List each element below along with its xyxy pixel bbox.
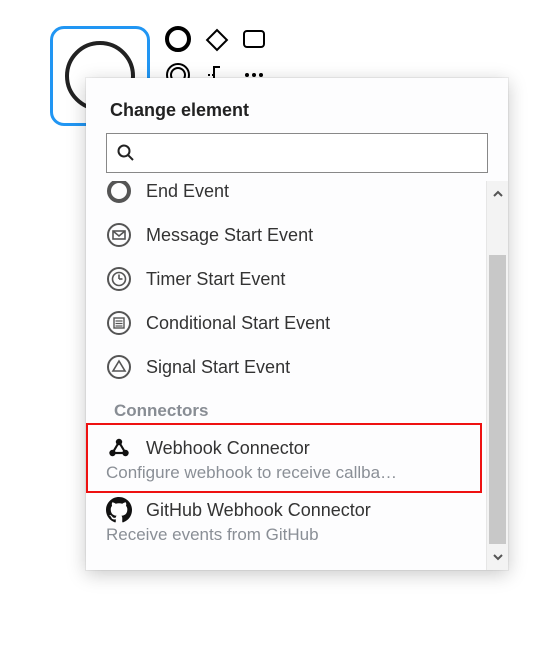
scrollbar[interactable] — [486, 181, 508, 570]
list-item-message-start-event[interactable]: Message Start Event — [92, 213, 484, 257]
connectors-section-title: Connectors — [92, 389, 484, 427]
list-item-label: Message Start Event — [146, 225, 313, 246]
list-item-signal-start-event[interactable]: Signal Start Event — [92, 345, 484, 389]
end-event-icon — [104, 181, 134, 206]
list-item-label: End Event — [146, 181, 229, 202]
message-start-event-icon — [104, 220, 134, 250]
connector-label: GitHub Webhook Connector — [146, 500, 371, 521]
pad-end-event[interactable] — [160, 22, 196, 56]
scrollbar-track[interactable] — [487, 207, 508, 544]
chevron-down-icon — [492, 551, 504, 563]
popup-list: End Event Message Start Event — [86, 181, 486, 570]
timer-start-event-icon — [104, 264, 134, 294]
list-item-label: Conditional Start Event — [146, 313, 330, 334]
diamond-icon — [202, 25, 230, 53]
webhook-icon — [104, 433, 134, 463]
list-item-end-event[interactable]: End Event — [92, 181, 484, 213]
conditional-start-event-icon — [104, 308, 134, 338]
list-item-github-webhook-connector[interactable]: GitHub Webhook Connector Receive events … — [92, 489, 484, 551]
list-item-timer-start-event[interactable]: Timer Start Event — [92, 257, 484, 301]
scrollbar-thumb[interactable] — [489, 255, 506, 544]
signal-start-event-icon — [104, 352, 134, 382]
rounded-rect-icon — [240, 25, 268, 53]
connector-label: Webhook Connector — [146, 438, 310, 459]
scrollbar-down-arrow[interactable] — [487, 544, 508, 570]
pad-gateway[interactable] — [198, 22, 234, 56]
popup-title: Change element — [86, 78, 508, 133]
connector-desc: Receive events from GitHub — [104, 525, 474, 545]
scrollbar-up-arrow[interactable] — [487, 181, 508, 207]
list-item-label: Signal Start Event — [146, 357, 290, 378]
search-input[interactable] — [143, 134, 479, 172]
popup-search[interactable] — [106, 133, 488, 173]
list-item-webhook-connector[interactable]: Webhook Connector Configure webhook to r… — [92, 427, 484, 489]
search-icon — [115, 142, 137, 164]
connector-desc: Configure webhook to receive callba… — [104, 463, 474, 483]
pad-task[interactable] — [236, 22, 272, 56]
list-item-conditional-start-event[interactable]: Conditional Start Event — [92, 301, 484, 345]
list-item-label: Timer Start Event — [146, 269, 285, 290]
change-element-popup: Change element End Event — [86, 78, 508, 570]
circle-thick-icon — [164, 25, 192, 53]
chevron-up-icon — [492, 188, 504, 200]
github-icon — [104, 495, 134, 525]
